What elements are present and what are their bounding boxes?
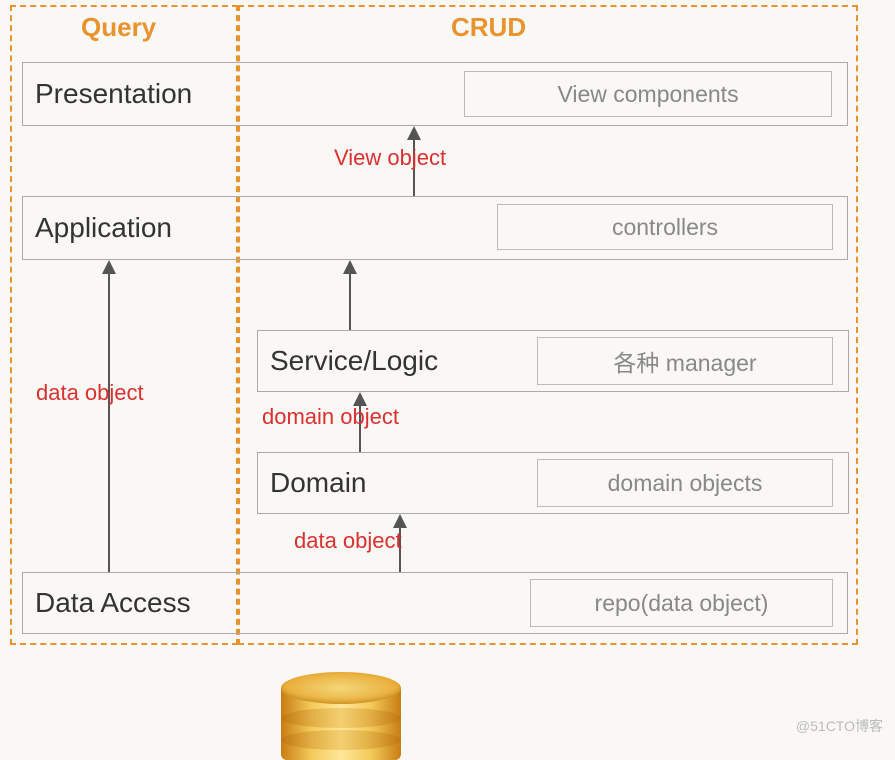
flow-data-object-right: data object [294,528,402,554]
application-label: Application [35,212,172,244]
arrow-data-object-right [399,514,419,572]
arrow-service-application [349,260,369,330]
database-icon [281,672,401,760]
domain-label: Domain [270,467,366,499]
service-label: Service/Logic [270,345,438,377]
domain-component-box: domain objects [537,459,833,507]
flow-domain-object: domain object [262,404,399,430]
flow-data-object-left: data object [36,380,144,406]
dataaccess-component-box: repo(data object) [530,579,833,627]
dataaccess-label: Data Access [35,587,191,619]
dataaccess-component: repo(data object) [595,590,769,617]
query-title: Query [75,12,162,43]
domain-component: domain objects [608,470,763,497]
crud-title: CRUD [445,12,532,43]
presentation-component: View components [557,81,738,108]
architecture-diagram: Query CRUD Presentation View components … [0,0,895,760]
application-component: controllers [612,214,718,241]
flow-view-object: View object [334,145,446,171]
arrow-data-object-left [108,260,128,572]
service-component-box: 各种 manager [537,337,833,385]
application-component-box: controllers [497,204,833,250]
presentation-label: Presentation [35,78,192,110]
presentation-component-box: View components [464,71,832,117]
watermark: @51CTO博客 [796,716,883,736]
service-component: 各种 manager [613,344,756,378]
